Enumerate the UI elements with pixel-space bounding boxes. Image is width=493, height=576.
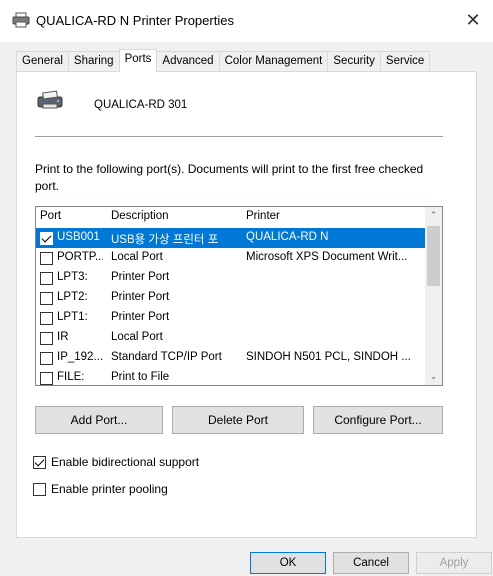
tab-ports[interactable]: Ports [118,49,158,72]
port-row[interactable]: USB001 USB용 가상 프린터 포 QUALICA-RD N [36,228,426,248]
port-row[interactable]: LPT3: Printer Port [36,268,426,288]
port-checkbox[interactable] [40,332,53,345]
port-name: LPT2: [57,291,88,303]
column-header-printer[interactable]: Printer [246,210,280,222]
port-printer: SINDOH N501 PCL, SINDOH ... [246,351,411,363]
bidirectional-support-checkbox[interactable]: Enable bidirectional support [33,455,199,469]
port-description: Standard TCP/IP Port [111,351,222,363]
column-header-port[interactable]: Port [40,210,61,222]
checkbox[interactable] [33,482,46,496]
tab-general[interactable]: General [16,51,69,71]
add-port-button[interactable]: Add Port... [35,406,163,434]
tab-strip: General Sharing Ports Advanced Color Man… [16,49,431,72]
tab-service[interactable]: Service [379,51,431,71]
scroll-up-button[interactable]: ⌃ [425,207,442,224]
apply-button[interactable]: Apply [416,552,492,574]
port-checkbox[interactable] [40,252,53,265]
printer-pooling-checkbox[interactable]: Enable printer pooling [33,482,168,496]
tab-color-management[interactable]: Color Management [218,51,329,71]
cancel-button[interactable]: Cancel [333,552,409,574]
port-printer: Microsoft XPS Document Writ... [246,251,408,263]
port-list-scrollbar[interactable]: ⌃ ⌄ [425,207,442,385]
port-description: Printer Port [111,271,170,283]
separator [35,136,443,137]
ok-button[interactable]: OK [250,552,326,574]
port-name: FILE: [57,371,85,383]
port-checkbox[interactable] [40,312,53,325]
tab-sharing[interactable]: Sharing [67,51,120,71]
port-row[interactable]: FILE: Print to File [36,368,426,385]
port-printer: QUALICA-RD N [246,231,329,243]
port-checkbox[interactable] [40,272,53,285]
port-checkbox[interactable] [40,232,53,245]
scroll-down-button[interactable]: ⌄ [425,368,442,385]
port-rows: USB001 USB용 가상 프린터 포 QUALICA-RD N PORTP... L… [36,228,426,385]
printer-icon [37,90,63,109]
port-name: IP_192.... [57,351,103,363]
chevron-down-icon: ⌄ [429,371,438,381]
intro-text: Print to the following port(s). Document… [35,162,424,193]
port-row[interactable]: PORTP... Local Port Microsoft XPS Document… [36,248,426,268]
scroll-thumb[interactable] [427,226,440,286]
port-list-header: Port Description Printer [36,207,426,227]
delete-port-button[interactable]: Delete Port [172,406,304,434]
port-description: Local Port [111,251,163,263]
port-checkbox[interactable] [40,372,53,385]
port-name: LPT3: [57,271,88,283]
close-icon: ✕ [465,9,481,30]
port-list[interactable]: Port Description Printer USB001 USB용 가상 프… [35,206,443,386]
port-description: Print to File [111,371,170,383]
port-description: Printer Port [111,311,170,323]
chevron-up-icon: ⌃ [429,210,438,220]
port-name: IR [57,331,69,343]
printer-icon [12,12,30,28]
printer-pooling-label: Enable printer pooling [51,482,168,496]
tab-advanced[interactable]: Advanced [156,51,220,71]
checkbox[interactable] [33,455,46,469]
port-name: PORTP... [57,251,103,263]
port-checkbox[interactable] [40,352,53,365]
port-row[interactable]: LPT2: Printer Port [36,288,426,308]
port-name: LPT1: [57,311,88,323]
port-row[interactable]: LPT1: Printer Port [36,308,426,328]
port-checkbox[interactable] [40,292,53,305]
tab-security[interactable]: Security [327,51,381,71]
close-button[interactable]: ✕ [453,0,493,40]
bidirectional-support-label: Enable bidirectional support [51,455,200,469]
configure-port-button[interactable]: Configure Port... [313,406,443,434]
port-name: USB001 [57,231,100,243]
port-row[interactable]: IP_192.... Standard TCP/IP Port SINDOH N50… [36,348,426,368]
port-description: Printer Port [111,291,170,303]
port-description: USB용 가상 프린터 포 [111,234,219,246]
port-description: Local Port [111,331,163,343]
printer-name: QUALICA-RD 301 [94,99,188,111]
title-bar: QUALICA-RD N Printer Properties ✕ [0,0,493,42]
window-title: QUALICA-RD N Printer Properties [36,13,234,28]
port-row[interactable]: IR Local Port [36,328,426,348]
column-header-description[interactable]: Description [111,210,169,222]
